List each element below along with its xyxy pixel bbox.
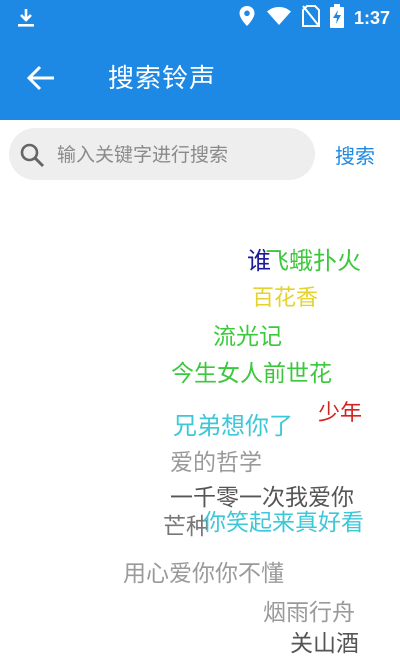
location-icon: [238, 5, 256, 31]
page-title: 搜索铃声: [108, 64, 217, 94]
tag-item[interactable]: 兄弟想你了: [173, 406, 293, 441]
tag-item[interactable]: 流光记: [213, 317, 282, 351]
tag-item[interactable]: 爱的哲学: [170, 443, 262, 477]
tag-item[interactable]: 今生女人前世花: [171, 354, 332, 388]
status-time: 1:37: [353, 7, 390, 28]
back-arrow-icon[interactable]: [24, 62, 58, 94]
tag-item[interactable]: 百花香: [252, 280, 318, 312]
tag-item[interactable]: 用心爱你你不懂: [123, 554, 284, 588]
no-sim-icon: [301, 5, 320, 31]
tag-item[interactable]: 关山酒: [290, 624, 359, 658]
wifi-icon: [266, 6, 292, 30]
tag-item[interactable]: 少年: [318, 395, 362, 427]
search-input[interactable]: [55, 138, 309, 172]
battery-charging-icon: [329, 4, 344, 32]
search-box[interactable]: [9, 128, 315, 180]
status-bar: 1:37: [0, 0, 400, 36]
download-icon: [14, 6, 38, 34]
search-icon: [19, 142, 45, 172]
app-bar: 搜索铃声: [0, 36, 400, 120]
tag-item[interactable]: 飞蛾扑火: [265, 241, 361, 276]
search-button[interactable]: 搜索: [335, 140, 375, 169]
tag-item[interactable]: 你笑起来真好看: [203, 503, 364, 537]
tag-item[interactable]: 烟雨行舟: [263, 593, 355, 627]
